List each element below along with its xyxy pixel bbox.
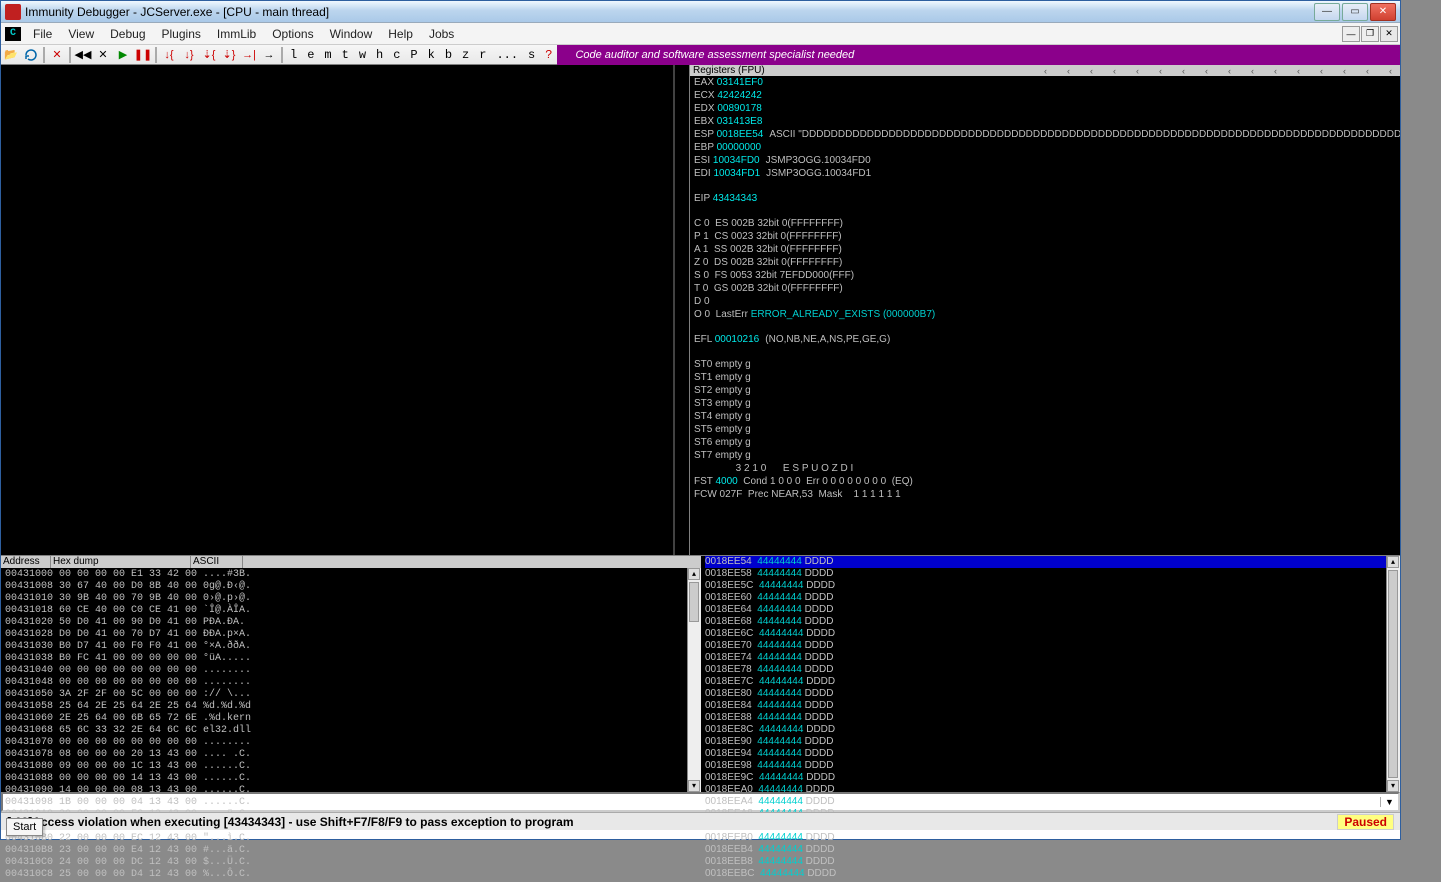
- mdi-minimize[interactable]: —: [1342, 26, 1360, 42]
- scroll-down-icon[interactable]: ▾: [688, 780, 700, 792]
- execution-state: Paused: [1337, 814, 1394, 830]
- run-to-return-icon[interactable]: →|: [240, 46, 258, 64]
- dump-col-hex[interactable]: Hex dump: [51, 556, 191, 568]
- registers-pane[interactable]: Registers (FPU) ‹‹‹‹‹‹‹‹‹‹‹‹‹‹‹‹ EAX 031…: [690, 65, 1400, 555]
- stack-scrollbar[interactable]: ▴ ▾: [1386, 556, 1400, 792]
- dump-content[interactable]: 00431000 00 00 00 00 E1 33 42 00 ....#3B…: [1, 568, 701, 882]
- rewind-icon[interactable]: ◀◀: [74, 46, 92, 64]
- toolbar-letter-b[interactable]: b: [440, 48, 457, 62]
- toolbar: 📂 ✕ ◀◀ ✕ ▶ ❚❚ ↓{ ↓} ⇣{ ⇣} →| → lemtwhcPk…: [1, 45, 1400, 65]
- close-button[interactable]: ✕: [1370, 3, 1396, 21]
- run-icon[interactable]: ▶: [114, 46, 132, 64]
- stop-icon[interactable]: ✕: [94, 46, 112, 64]
- toolbar-letter-c[interactable]: c: [388, 48, 405, 62]
- toolbar-letter-P[interactable]: P: [405, 48, 422, 62]
- menu-options[interactable]: Options: [264, 25, 321, 43]
- pause-icon[interactable]: ❚❚: [134, 46, 152, 64]
- window-controls: — ▭ ✕: [1314, 3, 1396, 21]
- toolbar-letter-t[interactable]: t: [337, 48, 354, 62]
- trace-over-icon[interactable]: ⇣}: [220, 46, 238, 64]
- minimize-button[interactable]: —: [1314, 3, 1340, 21]
- trace-into-icon[interactable]: ⇣{: [200, 46, 218, 64]
- dump-pane[interactable]: Address Hex dump ASCII 00431000 00 00 00…: [1, 556, 701, 792]
- app-icon: [5, 4, 21, 20]
- menu-debug[interactable]: Debug: [102, 25, 153, 43]
- toolbar-letter-r[interactable]: r: [474, 48, 491, 62]
- status-bar: [​​​​​​:09] Access violation when execut…: [1, 812, 1400, 830]
- menu-plugins[interactable]: Plugins: [154, 25, 209, 43]
- window-title: Immunity Debugger - JCServer.exe - [CPU …: [25, 5, 1314, 19]
- scroll-top[interactable]: ▴: [676, 65, 688, 77]
- toolbar-letter-...[interactable]: ...: [491, 48, 523, 62]
- stack-content[interactable]: 0018EE54 44444444 DDDD0018EE58 44444444 …: [701, 556, 1400, 880]
- step-into-icon[interactable]: ↓{: [160, 46, 178, 64]
- title-bar[interactable]: Immunity Debugger - JCServer.exe - [CPU …: [1, 1, 1400, 23]
- jobs-banner[interactable]: Code auditor and software assessment spe…: [557, 45, 1400, 65]
- stack-pane[interactable]: 0018EE54 44444444 DDDD0018EE58 44444444 …: [701, 556, 1400, 792]
- register-arrows[interactable]: ‹‹‹‹‹‹‹‹‹‹‹‹‹‹‹‹: [1044, 66, 1400, 76]
- disassembly-pane[interactable]: ▴ ▾: [1, 65, 690, 555]
- step-over-icon[interactable]: ↓}: [180, 46, 198, 64]
- dump-scrollbar[interactable]: ▴ ▾: [687, 568, 701, 792]
- main-window: Immunity Debugger - JCServer.exe - [CPU …: [0, 0, 1401, 840]
- mdi-close[interactable]: ✕: [1380, 26, 1398, 42]
- status-message: Access violation when executing [4343434…: [32, 815, 573, 829]
- toolbar-letter-h[interactable]: h: [371, 48, 388, 62]
- open-icon[interactable]: 📂: [2, 46, 20, 64]
- bottom-panes: Address Hex dump ASCII 00431000 00 00 00…: [1, 555, 1400, 792]
- scroll-up-icon[interactable]: ▴: [688, 568, 700, 580]
- registers-header-label: Registers (FPU): [693, 66, 765, 76]
- toolbar-letter-?[interactable]: ?: [540, 48, 557, 62]
- scroll-up-icon[interactable]: ▴: [1387, 556, 1399, 568]
- maximize-button[interactable]: ▭: [1342, 3, 1368, 21]
- scroll-thumb[interactable]: [1388, 570, 1398, 778]
- menu-window[interactable]: Window: [322, 25, 381, 43]
- menu-help[interactable]: Help: [380, 25, 421, 43]
- toolbar-letter-m[interactable]: m: [319, 48, 336, 62]
- toolbar-letter-e[interactable]: e: [302, 48, 319, 62]
- goto-icon[interactable]: →: [260, 46, 278, 64]
- menu-view[interactable]: View: [60, 25, 102, 43]
- dump-col-address[interactable]: Address: [1, 556, 51, 568]
- workspace: ▴ ▾ Registers (FPU) ‹‹‹‹‹‹‹‹‹‹‹‹‹‹‹‹ EAX…: [1, 65, 1400, 555]
- registers-content[interactable]: EAX 03141EF0 ECX 42424242 EDX 00890178 E…: [690, 76, 1400, 555]
- mdi-restore[interactable]: ❐: [1361, 26, 1379, 42]
- menu-immlib[interactable]: ImmLib: [209, 25, 264, 43]
- toolbar-letter-s[interactable]: s: [523, 48, 540, 62]
- toolbar-letter-k[interactable]: k: [423, 48, 440, 62]
- menu-jobs[interactable]: Jobs: [421, 25, 462, 43]
- scroll-down-icon[interactable]: ▾: [1387, 780, 1399, 792]
- registers-header[interactable]: Registers (FPU) ‹‹‹‹‹‹‹‹‹‹‹‹‹‹‹‹: [690, 65, 1400, 76]
- cpu-mode-icon[interactable]: C: [5, 27, 21, 41]
- reload-icon[interactable]: [22, 46, 40, 64]
- dump-header[interactable]: Address Hex dump ASCII: [1, 556, 701, 568]
- scroll-bottom[interactable]: ▾: [676, 543, 688, 555]
- mdi-controls: — ❐ ✕: [1342, 26, 1398, 42]
- dump-col-ascii[interactable]: ASCII: [191, 556, 243, 568]
- toolbar-letter-l[interactable]: l: [285, 48, 302, 62]
- taskbar-start-tooltip: Start: [6, 818, 43, 836]
- toolbar-letter-w[interactable]: w: [354, 48, 371, 62]
- close-target-icon[interactable]: ✕: [48, 46, 66, 64]
- toolbar-letter-z[interactable]: z: [457, 48, 474, 62]
- menu-bar: C FileViewDebugPluginsImmLibOptionsWindo…: [1, 23, 1400, 45]
- scroll-thumb[interactable]: [689, 582, 699, 622]
- menu-file[interactable]: File: [25, 25, 60, 43]
